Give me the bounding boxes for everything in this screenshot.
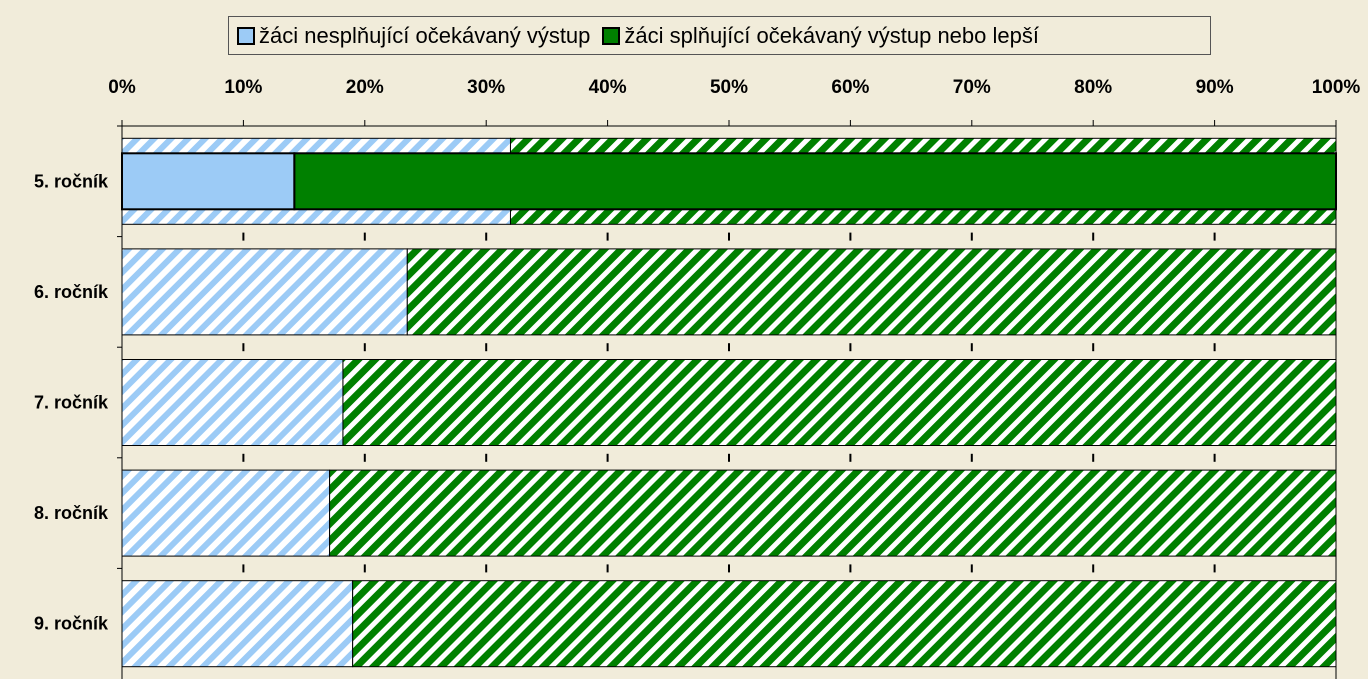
bar-not-meeting xyxy=(121,359,344,446)
category-label: 5. ročník xyxy=(34,171,109,191)
category-labels: 5. ročník 6. ročník 7. ročník 8. ročník 9. r… xyxy=(34,171,109,633)
x-tick-label: 100% xyxy=(1312,77,1361,98)
bar-meeting xyxy=(352,580,1337,668)
x-tick-label: 10% xyxy=(224,77,262,98)
category-label: 8. ročník xyxy=(34,503,109,523)
legend-swatch-not-meeting xyxy=(237,26,255,45)
legend-label-meeting: žáci splňující očekávaný výstup nebo lep… xyxy=(624,22,1039,48)
x-tick-label: 0% xyxy=(108,77,136,98)
bar-meeting xyxy=(342,359,1337,446)
x-tick-label: 70% xyxy=(953,77,991,98)
category-label: 9. ročník xyxy=(34,614,109,634)
bars xyxy=(121,137,1338,668)
x-tick-label: 80% xyxy=(1074,77,1112,98)
highlight-bar-meeting xyxy=(293,152,1338,211)
bar-not-meeting xyxy=(121,248,408,336)
x-tick-label: 30% xyxy=(467,77,505,98)
category-label: 7. ročník xyxy=(34,393,109,413)
legend-swatch-meeting xyxy=(602,26,621,45)
x-tick-label: 60% xyxy=(831,77,869,98)
bar-meeting xyxy=(329,469,1337,557)
x-axis-ticks: 0% 10% 20% 30% 40% 50% 60% 70% 80% 90% 100% xyxy=(108,77,1360,126)
legend: žáci nesplňující očekávaný výstup žáci s… xyxy=(228,16,1211,55)
x-tick-label: 90% xyxy=(1196,77,1234,98)
bar-not-meeting xyxy=(121,580,354,668)
chart-canvas: 0% 10% 20% 30% 40% 50% 60% 70% 80% 90% 100% 5. roč… xyxy=(34,77,1360,679)
legend-label-not-meeting: žáci nesplňující očekávaný výstup xyxy=(259,22,591,48)
x-tick-label: 50% xyxy=(710,77,748,98)
x-tick-label: 20% xyxy=(346,77,384,98)
x-tick-label: 40% xyxy=(589,77,627,98)
highlight-bar-not-meeting xyxy=(121,152,296,211)
category-label: 6. ročník xyxy=(34,282,109,302)
bar-not-meeting xyxy=(121,469,331,557)
bar-meeting xyxy=(406,248,1337,336)
